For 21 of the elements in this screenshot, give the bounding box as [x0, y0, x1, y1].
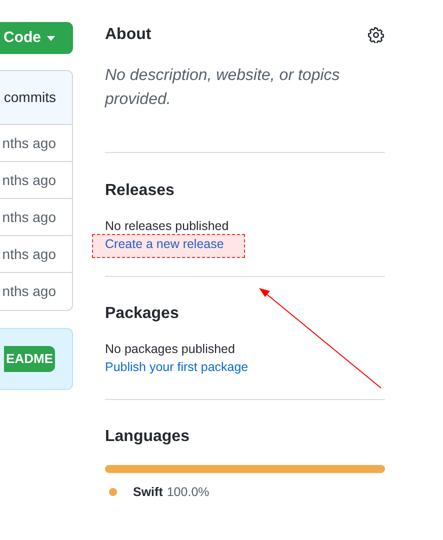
create-release-link[interactable]: Create a new release — [105, 235, 224, 253]
packages-status: No packages published — [105, 341, 236, 358]
add-readme-button[interactable]: EADME — [4, 346, 55, 372]
about-description: No description, website, or topics provided. — [105, 66, 341, 110]
section-heading: About — [105, 25, 152, 45]
commit-time: nths ago — [2, 170, 56, 190]
section-heading: Releases — [105, 181, 176, 201]
commit-time: nths ago — [2, 282, 56, 301]
section-heading: Packages — [105, 304, 180, 324]
commit-time: nths ago — [2, 244, 56, 264]
language-percent: 100.0% — [166, 484, 210, 501]
commits-label: commits — [4, 88, 56, 107]
language-name: Swift — [133, 484, 163, 501]
caret-icon — [47, 36, 55, 40]
releases-status: No releases published — [105, 218, 230, 235]
settings-icon[interactable] — [368, 27, 384, 43]
commit-time: nths ago — [2, 134, 56, 153]
publish-package-link[interactable]: Publish your first package — [105, 358, 248, 376]
code-button[interactable]: Code — [0, 22, 73, 54]
section-heading: Languages — [105, 427, 190, 447]
commit-time: nths ago — [2, 208, 56, 227]
